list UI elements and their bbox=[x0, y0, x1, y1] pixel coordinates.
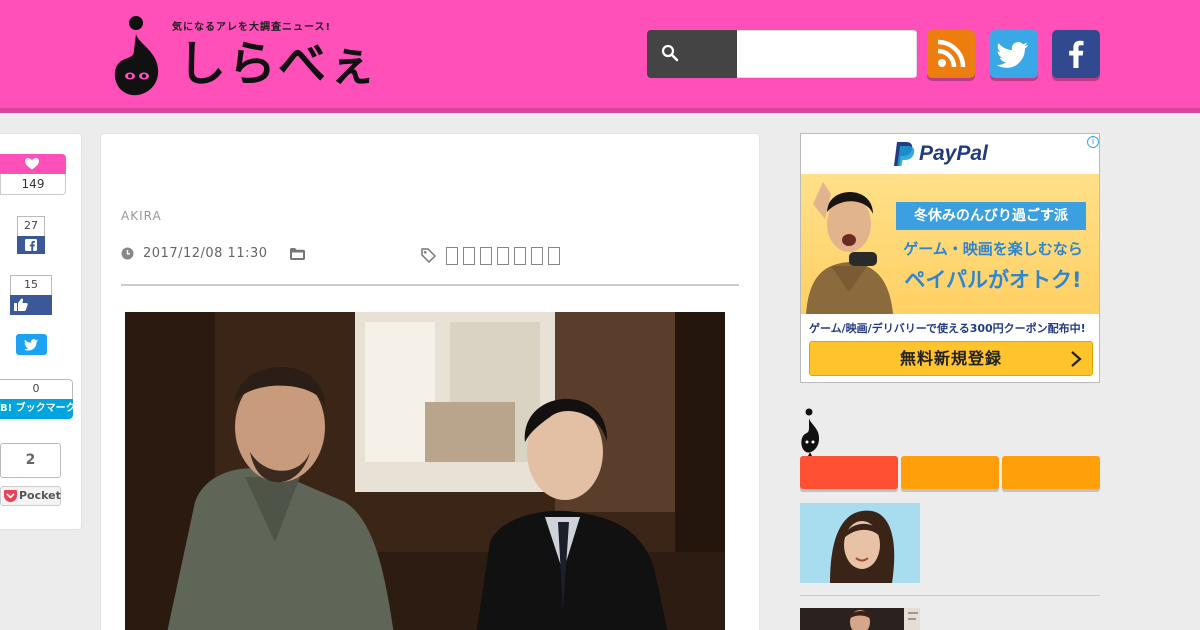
ad-cta-label: 無料新規登録 bbox=[899, 349, 1002, 368]
ad-signup-button[interactable]: 無料新規登録 bbox=[809, 341, 1093, 376]
facebook-icon bbox=[25, 239, 37, 251]
tag-placeholder bbox=[497, 247, 509, 265]
ad-info-icon[interactable]: i bbox=[1087, 136, 1099, 148]
pocket-button[interactable]: Pocket bbox=[0, 486, 61, 506]
ad-chip: 冬休みのんびり過ごす派 bbox=[896, 202, 1086, 230]
ad-brand: PayPal bbox=[919, 142, 988, 165]
tag-icon bbox=[421, 248, 436, 263]
facebook-like-button[interactable] bbox=[10, 295, 52, 315]
ad-headline-emphasis: ペイパルがオトク! bbox=[904, 268, 1082, 292]
tag-placeholder bbox=[480, 247, 492, 265]
ad-banner: 冬休みのんびり過ごす派 ゲーム・映画を楽しむなら ペイパルがオトク! bbox=[801, 174, 1099, 314]
facebook-icon bbox=[1069, 40, 1084, 68]
tag-placeholder bbox=[531, 247, 543, 265]
like-count: 149 bbox=[0, 174, 66, 195]
article-date: 2017/12/08 11:30 bbox=[143, 246, 268, 261]
ad-headline: ゲーム・映画を楽しむなら bbox=[903, 240, 1083, 258]
mascot-icon bbox=[801, 408, 820, 456]
facebook-like-count: 15 bbox=[10, 275, 52, 295]
ranking-thumbnail[interactable] bbox=[800, 503, 920, 583]
like-button[interactable] bbox=[0, 154, 66, 174]
site-logo[interactable]: 気になるアレを大調査ニュース! しらべぇ bbox=[108, 12, 398, 100]
tag-placeholder bbox=[446, 247, 458, 265]
woman-portrait-icon bbox=[800, 503, 920, 583]
pocket-label: Pocket bbox=[19, 489, 61, 502]
ad-coupon-text: ゲーム/映画/デリバリーで使える300円クーポン配布中! bbox=[809, 322, 1086, 335]
pocket-icon bbox=[4, 490, 17, 502]
header-divider bbox=[0, 108, 1200, 113]
sidebar-ad[interactable]: PayPal i 冬休みのんびり過ごす派 ゲーム・映画を楽しむなら ペイパルがオ… bbox=[800, 133, 1100, 383]
folder-icon bbox=[290, 248, 305, 260]
hatena-bookmark-button[interactable]: B! ブックマーク bbox=[0, 399, 73, 419]
heart-icon bbox=[25, 158, 39, 170]
tweet-button[interactable] bbox=[16, 334, 47, 355]
sidebar-divider bbox=[800, 595, 1100, 596]
ranking-tab-1[interactable] bbox=[800, 456, 898, 489]
article-author[interactable]: AKIRA bbox=[121, 209, 162, 223]
facebook-share-button[interactable] bbox=[17, 236, 45, 254]
paypal-icon bbox=[894, 142, 915, 166]
article-thumbnail-icon bbox=[800, 608, 920, 630]
facebook-follow-button[interactable] bbox=[1052, 30, 1100, 78]
twitter-icon bbox=[996, 42, 1029, 68]
twitter-follow-button[interactable] bbox=[990, 30, 1038, 78]
twitter-icon bbox=[24, 339, 38, 351]
facebook-share-count: 27 bbox=[17, 216, 45, 236]
tag-placeholder bbox=[514, 247, 526, 265]
ranking-thumbnail[interactable] bbox=[800, 608, 920, 630]
search-input[interactable] bbox=[737, 30, 917, 78]
ranking-tab-3[interactable] bbox=[1002, 456, 1100, 489]
ranking-tab-2[interactable] bbox=[901, 456, 999, 489]
rss-icon bbox=[937, 39, 966, 68]
hatena-bookmark-count: 0 bbox=[0, 379, 73, 399]
photo-two-men-icon bbox=[125, 312, 725, 630]
tag-placeholder bbox=[548, 247, 560, 265]
site-tagline: 気になるアレを大調査ニュース! bbox=[172, 22, 332, 33]
clock-icon bbox=[121, 247, 134, 260]
chevron-right-icon bbox=[1071, 351, 1082, 367]
pocket-count: 2 bbox=[0, 443, 61, 478]
meta-divider bbox=[121, 284, 739, 286]
tag-placeholder bbox=[463, 247, 475, 265]
search-form bbox=[647, 30, 917, 78]
article-hero-image[interactable] bbox=[125, 312, 725, 630]
mascot-icon bbox=[114, 16, 159, 96]
thumbs-up-icon bbox=[14, 298, 28, 311]
rss-button[interactable] bbox=[927, 30, 975, 78]
search-button[interactable] bbox=[647, 30, 737, 78]
ad-person-icon bbox=[806, 182, 893, 314]
search-icon bbox=[661, 44, 679, 62]
site-brand-name: しらべぇ bbox=[178, 36, 379, 92]
